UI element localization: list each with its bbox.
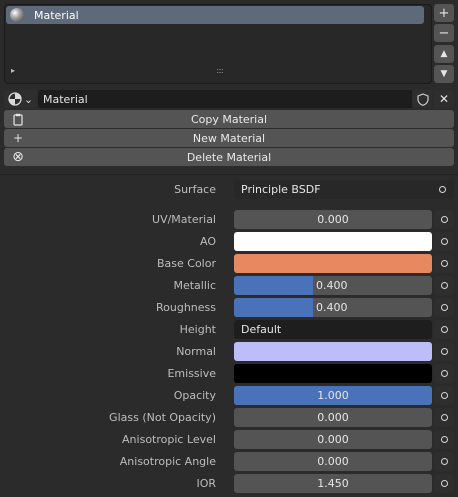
move-down-button[interactable]: ▼ <box>434 65 454 83</box>
expand-arrow-icon[interactable]: ▸ <box>11 66 15 75</box>
unlink-button[interactable]: ✕ <box>434 90 454 108</box>
material-browse-button[interactable]: ⌄ <box>4 90 37 108</box>
socket-icon <box>440 414 448 421</box>
material-slot-label: Material <box>34 8 79 22</box>
material-sphere-icon <box>10 8 24 22</box>
socket-icon <box>440 260 448 267</box>
metallic-label: Metallic <box>173 279 216 292</box>
normal-socket[interactable] <box>434 342 454 361</box>
ior-socket[interactable] <box>434 474 454 493</box>
roughness-socket[interactable] <box>434 298 454 317</box>
base-color-swatch[interactable] <box>234 254 432 273</box>
remove-slot-button[interactable]: − <box>434 24 454 42</box>
normal-color-swatch[interactable] <box>234 342 432 361</box>
copy-material-label: Copy Material <box>190 112 268 126</box>
emissive-color-swatch[interactable] <box>234 364 432 383</box>
ao-label: AO <box>200 235 216 248</box>
material-sphere-icon <box>8 92 22 106</box>
roughness-value: 0.400 <box>316 301 348 314</box>
aniso-level-field[interactable]: 0.000 <box>234 430 432 449</box>
socket-icon <box>440 392 448 399</box>
socket-icon <box>440 436 448 443</box>
glass-label: Glass (Not Opacity) <box>109 411 216 424</box>
socket-icon <box>439 186 446 193</box>
height-value: Default <box>241 323 282 336</box>
height-socket[interactable] <box>434 320 454 339</box>
emissive-socket[interactable] <box>434 364 454 383</box>
surface-shader-value: Principle BSDF <box>241 183 321 196</box>
aniso-angle-label: Anisotropic Angle <box>119 455 216 468</box>
ior-value: 1.450 <box>317 477 349 490</box>
roughness-label: Roughness <box>155 301 216 314</box>
delete-material-label: Delete Material <box>186 150 272 164</box>
metallic-socket[interactable] <box>434 276 454 295</box>
panel-divider <box>0 174 458 175</box>
uv-material-socket[interactable] <box>434 210 454 229</box>
chevron-down-icon: ⌄ <box>23 92 34 106</box>
close-circle-icon: ⊗ <box>12 149 24 165</box>
opacity-socket[interactable] <box>434 386 454 405</box>
ior-label: IOR <box>196 477 216 490</box>
metallic-fill <box>234 276 314 295</box>
move-up-button[interactable]: ▲ <box>434 45 454 63</box>
socket-icon <box>440 348 448 355</box>
uv-material-field[interactable]: 0.000 <box>234 210 432 229</box>
fake-user-button[interactable] <box>413 90 432 108</box>
roughness-fill <box>234 298 314 317</box>
ao-socket[interactable] <box>434 232 454 251</box>
material-name-field[interactable]: Material <box>38 90 412 108</box>
plus-icon: + <box>12 131 24 145</box>
socket-icon <box>440 282 448 289</box>
normal-label: Normal <box>176 345 216 358</box>
emissive-label: Emissive <box>167 367 216 380</box>
socket-icon <box>440 216 448 223</box>
aniso-level-socket[interactable] <box>434 430 454 449</box>
glass-socket[interactable] <box>434 408 454 427</box>
height-label: Height <box>179 323 216 336</box>
aniso-angle-value: 0.000 <box>317 455 349 468</box>
add-slot-button[interactable]: + <box>434 4 454 22</box>
aniso-level-label: Anisotropic Level <box>122 433 216 446</box>
opacity-value: 1.000 <box>317 389 349 402</box>
glass-field[interactable]: 0.000 <box>234 408 432 427</box>
new-material-label: New Material <box>192 131 266 145</box>
aniso-level-value: 0.000 <box>317 433 349 446</box>
aniso-angle-field[interactable]: 0.000 <box>234 452 432 471</box>
metallic-value: 0.400 <box>316 279 348 292</box>
height-dropdown[interactable]: Default <box>234 320 432 339</box>
opacity-slider[interactable]: 1.000 <box>234 386 432 405</box>
socket-icon <box>440 304 448 311</box>
base-color-label: Base Color <box>156 257 216 270</box>
socket-icon <box>440 458 448 465</box>
uv-material-label: UV/Material <box>152 213 216 226</box>
delete-material-button[interactable]: ⊗ Delete Material <box>4 148 454 166</box>
socket-icon <box>440 370 448 377</box>
material-slot-item[interactable]: Material <box>6 6 424 24</box>
base-color-socket[interactable] <box>434 254 454 273</box>
ao-color-swatch[interactable] <box>234 232 432 251</box>
surface-shader-dropdown[interactable]: Principle BSDF <box>234 180 454 199</box>
surface-label: Surface <box>174 183 216 196</box>
roughness-slider[interactable]: 0.400 <box>234 298 432 317</box>
clipboard-icon <box>10 111 26 127</box>
aniso-angle-socket[interactable] <box>434 452 454 471</box>
uv-material-value: 0.000 <box>317 213 349 226</box>
resize-grip-icon[interactable]: :::: <box>216 66 224 75</box>
socket-icon <box>440 480 448 487</box>
opacity-label: Opacity <box>173 389 216 402</box>
copy-material-button[interactable]: Copy Material <box>4 110 454 128</box>
ior-field[interactable]: 1.450 <box>234 474 432 493</box>
metallic-slider[interactable]: 0.400 <box>234 276 432 295</box>
socket-icon <box>440 238 448 245</box>
new-material-button[interactable]: + New Material <box>4 129 454 147</box>
glass-value: 0.000 <box>317 411 349 424</box>
socket-icon <box>440 326 448 333</box>
shield-icon <box>416 92 429 106</box>
